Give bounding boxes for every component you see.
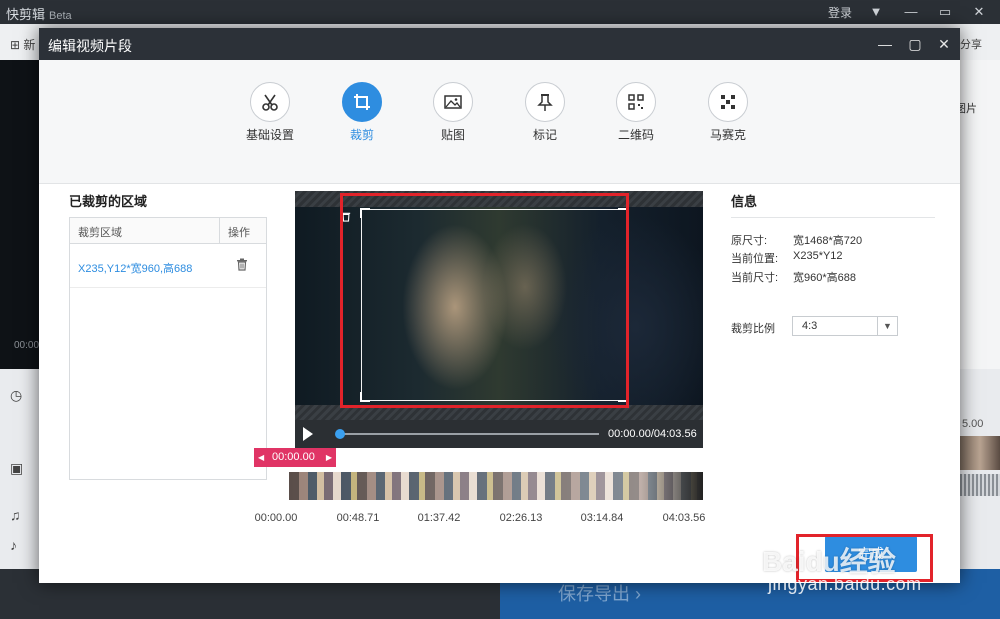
column-header-area: 裁剪区域 <box>78 227 122 239</box>
preview-time: 00:00 <box>14 340 40 351</box>
table-header: 裁剪区域 操作 <box>70 218 266 244</box>
music-track-icon: ♫ <box>10 507 21 523</box>
ruler-tick: 03:14.84 <box>580 512 624 524</box>
cropped-areas-table: 裁剪区域 操作 X235,Y12*宽960,高688 <box>69 217 267 480</box>
clock-icon: ◷ <box>10 387 23 403</box>
edit-clip-dialog: 编辑视频片段 — ▢ ✕ 基础设置 裁剪 贴图 标记 二维码 马赛克 已裁剪的区… <box>39 28 960 583</box>
dropdown-icon[interactable]: ▼ <box>866 2 886 22</box>
maximize-icon[interactable]: ▢ <box>905 34 925 54</box>
marker-time: 00:00.00 <box>272 451 315 463</box>
divider <box>731 217 935 218</box>
close-icon[interactable]: ✕ <box>969 2 989 22</box>
cropped-areas-title: 已裁剪的区域 <box>69 194 148 209</box>
progress-track[interactable] <box>339 433 599 435</box>
chevron-down-icon[interactable]: ▼ <box>877 317 897 335</box>
play-icon[interactable] <box>303 427 313 441</box>
dialog-title: 编辑视频片段 <box>48 38 132 54</box>
ruler-tick: 04:03.56 <box>662 512 706 524</box>
tab-label: 二维码 <box>617 128 654 142</box>
column-divider <box>219 218 220 244</box>
audio-waveform <box>960 474 1000 496</box>
app-logo: 快剪辑 Beta <box>6 7 72 22</box>
tab-mosaic[interactable]: 马赛克 <box>693 82 763 143</box>
current-size-value: 宽960*高688 <box>793 272 856 284</box>
share-button[interactable]: 分享 <box>960 36 982 52</box>
tab-label: 基础设置 <box>245 128 294 142</box>
tab-label: 裁剪 <box>349 128 374 142</box>
preview-pane <box>0 60 39 369</box>
time-readout: 00:00.00/04:03.56 <box>608 428 697 440</box>
new-button[interactable]: ⊞ 新 <box>10 36 35 53</box>
edit-tabs: 基础设置 裁剪 贴图 标记 二维码 马赛克 <box>39 60 960 184</box>
ruler-tick: 00:48.71 <box>336 512 380 524</box>
resource-pane: 图片 <box>955 60 1000 369</box>
app-titlebar: 快剪辑 Beta 登录 ▼ — ▭ ✕ <box>0 0 1000 24</box>
baidu-watermark-url: jingyan.baidu.com <box>768 574 922 594</box>
scissors-icon <box>250 82 290 122</box>
player-controls: 00:00.00/04:03.56 <box>295 420 703 448</box>
crop-area-value[interactable]: X235,Y12*宽960,高688 <box>78 260 192 276</box>
minimize-icon[interactable]: — <box>901 2 921 22</box>
crop-ratio-value: 4:3 <box>802 320 818 332</box>
tab-label: 马赛克 <box>709 128 746 142</box>
crop-highlight-box <box>340 193 629 408</box>
progress-handle[interactable] <box>335 429 345 439</box>
video-track-icon: ▣ <box>10 460 24 476</box>
trash-icon[interactable] <box>236 258 248 274</box>
dialog-header: 编辑视频片段 — ▢ ✕ <box>39 28 960 60</box>
login-link[interactable]: 登录 <box>828 4 852 21</box>
original-size-label: 原尺寸: <box>731 235 768 247</box>
current-position-label: 当前位置: <box>731 253 779 265</box>
close-icon[interactable]: ✕ <box>934 34 954 54</box>
original-size-value: 宽1468*高720 <box>793 235 863 247</box>
tab-basic-settings[interactable]: 基础设置 <box>235 82 305 143</box>
marker-left-arrow-icon[interactable]: ◀ <box>258 448 264 467</box>
voice-track-icon: ♪ <box>10 537 17 553</box>
tab-qrcode[interactable]: 二维码 <box>601 82 671 143</box>
crop-icon <box>342 82 382 122</box>
timeline-thumbnail <box>960 436 1000 470</box>
current-size-label: 当前尺寸: <box>731 272 779 284</box>
crop-ratio-label: 裁剪比例 <box>731 323 775 335</box>
info-title: 信息 <box>731 194 758 209</box>
maximize-icon[interactable]: ▭ <box>935 2 955 22</box>
mosaic-icon <box>708 82 748 122</box>
time-marker[interactable]: ◀ 00:00.00 ▶ <box>254 448 336 467</box>
image-icon <box>433 82 473 122</box>
minimize-icon[interactable]: — <box>875 34 895 54</box>
current-position-value: X235*Y12 <box>793 250 843 262</box>
table-row[interactable]: X235,Y12*宽960,高688 <box>70 244 266 288</box>
filmstrip-overlay <box>289 472 703 500</box>
marker-right-arrow-icon[interactable]: ▶ <box>326 448 332 467</box>
tab-label: 标记 <box>532 128 557 142</box>
crop-ratio-select[interactable]: 4:3 ▼ <box>792 316 898 336</box>
ruler-tick: 00:00.00 <box>254 512 298 524</box>
column-header-operation: 操作 <box>228 227 250 239</box>
ruler-tick: 02:26.13 <box>499 512 543 524</box>
tab-crop[interactable]: 裁剪 <box>327 82 397 143</box>
qrcode-icon <box>616 82 656 122</box>
tab-sticker[interactable]: 贴图 <box>418 82 488 143</box>
pin-icon <box>525 82 565 122</box>
timeline-time: 5.00 <box>962 418 984 430</box>
ruler-tick: 01:37.42 <box>417 512 461 524</box>
tab-mark[interactable]: 标记 <box>510 82 580 143</box>
tab-label: 贴图 <box>440 128 465 142</box>
